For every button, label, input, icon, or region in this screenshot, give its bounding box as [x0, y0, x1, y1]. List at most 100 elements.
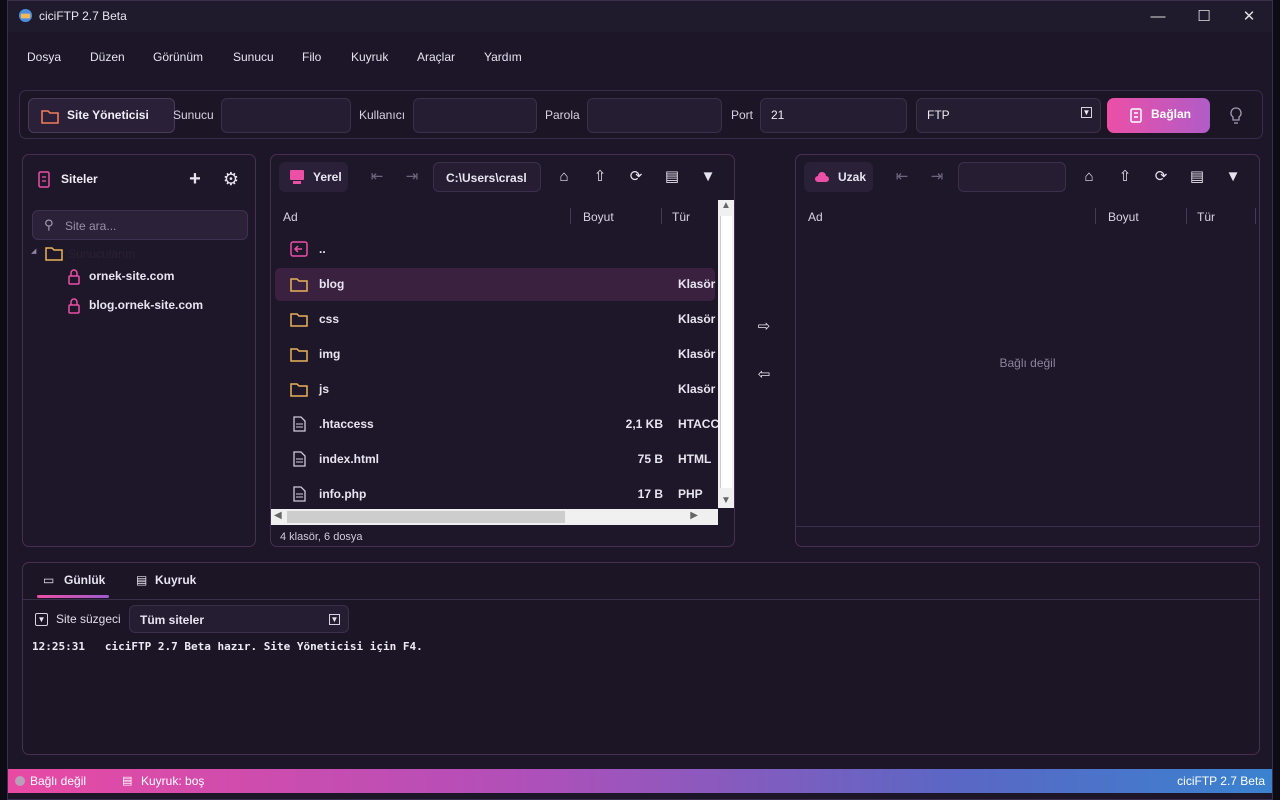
site-settings-button[interactable]: ⚙	[219, 167, 243, 191]
scrollbar-thumb[interactable]	[287, 511, 565, 523]
download-button[interactable]: ⇦	[754, 365, 774, 385]
add-site-button[interactable]: +	[183, 167, 207, 191]
folder-plus-icon: ▤	[664, 168, 680, 185]
file-size: 2,1 KB	[625, 417, 663, 431]
site-item[interactable]: ornek-site.com	[67, 267, 247, 289]
site-item[interactable]: blog.ornek-site.com	[67, 296, 247, 318]
panel-divider	[796, 526, 1259, 527]
version-label: ciciFTP 2.7 Beta	[1177, 774, 1265, 788]
file-row[interactable]: .htaccess2,1 KBHTACCESS	[275, 408, 732, 441]
column-divider[interactable]	[1095, 208, 1096, 224]
more-button[interactable]: ▼	[1221, 165, 1245, 189]
more-button[interactable]: ▼	[696, 165, 720, 189]
new-folder-button[interactable]: ▤	[1185, 165, 1209, 189]
port-input[interactable]: 21	[760, 98, 907, 133]
lightbulb-icon[interactable]	[1229, 107, 1243, 125]
file-name: css	[319, 312, 340, 326]
column-divider[interactable]	[570, 208, 571, 224]
menu-sunucu[interactable]: Sunucu	[233, 50, 274, 64]
minimize-button[interactable]: —	[1148, 7, 1168, 27]
file-row[interactable]: css Klasör	[275, 303, 715, 336]
folder-icon	[290, 348, 308, 362]
column-name-header[interactable]: Ad	[283, 210, 298, 224]
file-name: js	[319, 382, 330, 396]
close-button[interactable]: ✕	[1239, 7, 1259, 27]
file-row[interactable]: index.html 75 B HTML	[275, 443, 715, 476]
file-row[interactable]: blog Klasör	[275, 268, 715, 301]
log-panel: ▭ Günlük ▤ Kuyruk ▼ Site süzgeci Tüm sit…	[22, 562, 1260, 755]
quick-connect-bar: Site Yöneticisi Sunucu Kullanıcı Parola …	[19, 90, 1263, 139]
protocol-select[interactable]: FTP ▼	[916, 98, 1101, 133]
column-divider[interactable]	[661, 208, 662, 224]
site-manager-button[interactable]: Site Yöneticisi	[28, 98, 175, 133]
site-filter-select[interactable]: Tüm siteler ▼	[129, 605, 349, 633]
refresh-button[interactable]: ⟳	[1149, 165, 1173, 189]
new-folder-button[interactable]: ▤	[660, 165, 684, 189]
menu-yardim[interactable]: Yardım	[484, 50, 522, 64]
column-type-header[interactable]: Tür	[672, 210, 690, 224]
menu-dosya[interactable]: Dosya	[27, 50, 61, 64]
back-button[interactable]: ⇤	[890, 165, 914, 189]
home-button[interactable]: ⌂	[552, 165, 576, 189]
site-search-input[interactable]: ⚲ Site ara...	[32, 210, 248, 240]
scroll-down-icon: ▼	[721, 495, 731, 506]
up-button[interactable]: ⇧	[588, 165, 612, 189]
column-size-header[interactable]: Boyut	[583, 210, 614, 224]
connect-button[interactable]: Bağlan	[1107, 98, 1210, 133]
column-type-header[interactable]: Tür	[1197, 210, 1215, 224]
tree-group-label: Sunucularım	[68, 247, 136, 261]
file-row[interactable]: info.php 17 B PHP	[275, 478, 715, 511]
refresh-icon: ⟳	[1154, 168, 1168, 185]
file-row[interactable]: js Klasör	[275, 373, 715, 406]
file-icon	[293, 486, 306, 502]
file-row[interactable]: ..	[275, 233, 715, 266]
site-filter-label: Site süzgeci	[56, 612, 121, 626]
scroll-right-icon: ▶	[690, 510, 698, 521]
file-name: info.php	[319, 487, 367, 501]
server-icon	[38, 171, 50, 188]
menu-duzen[interactable]: Düzen	[90, 50, 125, 64]
arrow-left-icon: ⇤	[370, 168, 384, 185]
not-connected-text: Bağlı değil	[999, 356, 1056, 370]
password-input[interactable]	[587, 98, 722, 133]
file-row[interactable]: img Klasör	[275, 338, 715, 371]
scrollbar-thumb[interactable]	[720, 216, 732, 488]
tree-group-servers[interactable]: ◢ Sunucularım	[31, 245, 231, 263]
refresh-button[interactable]: ⟳	[624, 165, 648, 189]
horizontal-scrollbar[interactable]: ◀ ▶	[271, 509, 718, 525]
column-name-header[interactable]: Ad	[808, 210, 823, 224]
title-bar: ciciFTP 2.7 Beta — ☐ ✕	[8, 1, 1272, 32]
host-input[interactable]	[221, 98, 351, 133]
menu-araclar[interactable]: Araçlar	[417, 50, 455, 64]
menu-filo[interactable]: Filo	[302, 50, 321, 64]
home-button[interactable]: ⌂	[1077, 165, 1101, 189]
vertical-scrollbar[interactable]: ▲ ▼	[718, 200, 734, 508]
forward-button[interactable]: ⇥	[925, 165, 949, 189]
up-button[interactable]: ⇧	[1113, 165, 1137, 189]
status-bar: Bağlı değil ▤ Kuyruk: boş ciciFTP 2.7 Be…	[8, 769, 1272, 793]
local-path-input[interactable]: C:\Users\crasl	[433, 162, 541, 192]
folder-icon	[45, 247, 63, 261]
upload-button[interactable]: ⇨	[754, 317, 774, 337]
site-item-label: ornek-site.com	[89, 269, 175, 283]
menu-kuyruk[interactable]: Kuyruk	[351, 50, 388, 64]
dropdown-arrow-icon: ▼	[329, 614, 340, 625]
column-divider[interactable]	[1255, 208, 1256, 224]
user-input[interactable]	[413, 98, 537, 133]
column-size-header[interactable]: Boyut	[1108, 210, 1139, 224]
forward-button[interactable]: ⇥	[400, 165, 424, 189]
tab-queue-label: Kuyruk	[155, 573, 197, 587]
log-time: 12:25:31	[32, 640, 85, 653]
local-chip: Yerel	[279, 162, 348, 192]
sites-title: Siteler	[61, 172, 98, 186]
column-divider[interactable]	[1186, 208, 1187, 224]
maximize-button[interactable]: ☐	[1194, 7, 1214, 27]
lock-icon	[68, 269, 80, 285]
back-button[interactable]: ⇤	[365, 165, 389, 189]
tab-divider	[23, 599, 1259, 600]
log-message: ciciFTP 2.7 Beta hazır. Site Yöneticisi …	[104, 640, 423, 653]
remote-path-input[interactable]	[958, 162, 1066, 192]
parent-folder-icon	[290, 241, 308, 257]
menu-gorunum[interactable]: Görünüm	[153, 50, 203, 64]
log-line: 12:25:31 ciciFTP 2.7 Beta hazır. Site Yö…	[32, 640, 423, 653]
